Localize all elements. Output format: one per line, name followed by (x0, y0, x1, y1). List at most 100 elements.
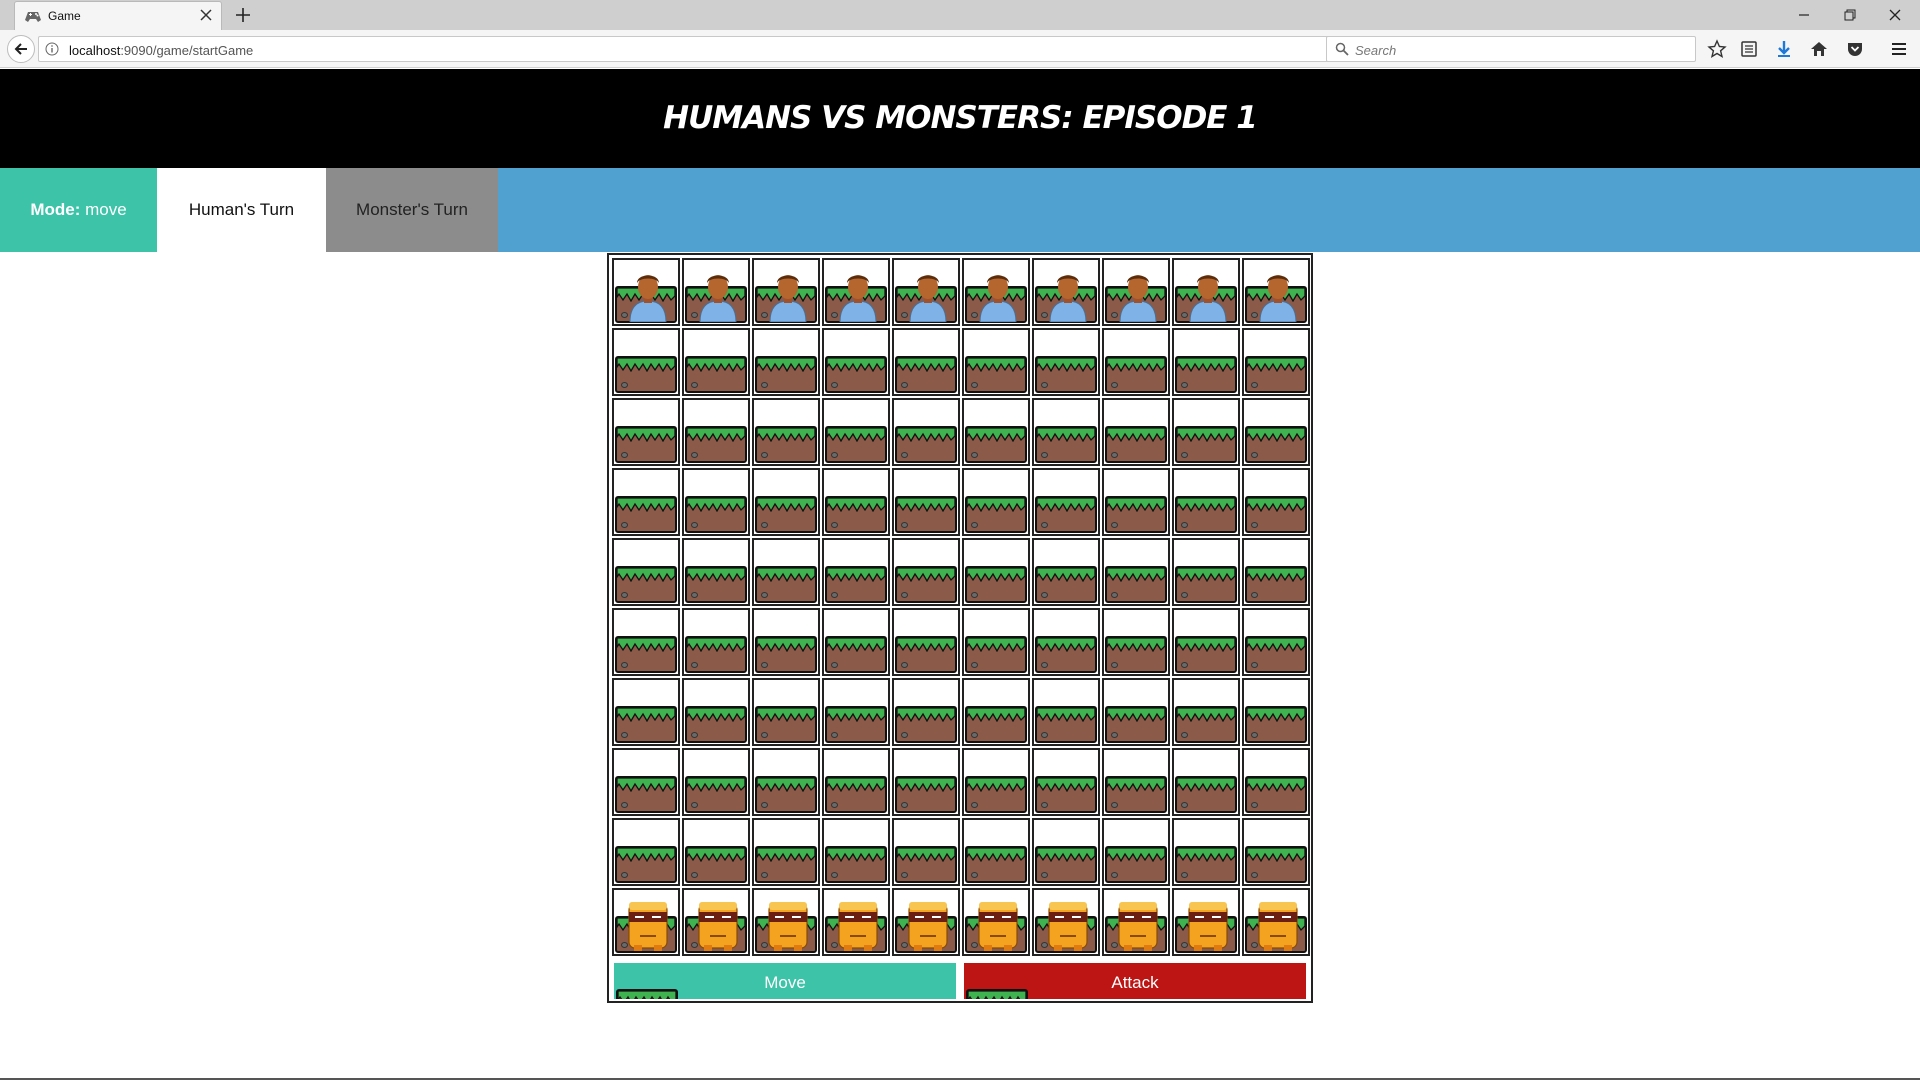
download-icon[interactable] (1774, 39, 1794, 59)
board-cell-human[interactable] (962, 258, 1030, 326)
board-cell-grass[interactable] (612, 468, 680, 536)
board-cell-grass[interactable] (962, 818, 1030, 886)
board-cell-monster[interactable] (1102, 888, 1170, 956)
board-cell-monster[interactable] (1032, 888, 1100, 956)
board-cell-grass[interactable] (752, 608, 820, 676)
board-cell-grass[interactable] (682, 328, 750, 396)
board-cell-grass[interactable] (822, 398, 890, 466)
board-cell-grass[interactable] (682, 608, 750, 676)
board-cell-grass[interactable] (1032, 328, 1100, 396)
board-cell-grass[interactable] (752, 468, 820, 536)
board-cell-grass[interactable] (822, 818, 890, 886)
board-cell-grass[interactable] (682, 748, 750, 816)
board-cell-grass[interactable] (962, 398, 1030, 466)
home-icon[interactable] (1809, 39, 1829, 59)
board-cell-grass[interactable] (1032, 678, 1100, 746)
board-cell-grass[interactable] (1102, 468, 1170, 536)
board-cell-grass[interactable] (892, 748, 960, 816)
pocket-icon[interactable] (1845, 39, 1865, 59)
board-cell-grass[interactable] (682, 818, 750, 886)
board-cell-grass[interactable] (962, 328, 1030, 396)
board-cell-grass[interactable] (682, 398, 750, 466)
board-cell-grass[interactable] (1172, 678, 1240, 746)
board-cell-grass[interactable] (752, 678, 820, 746)
close-window-icon[interactable] (1886, 6, 1904, 24)
tab-humans-turn[interactable]: Human's Turn (157, 168, 326, 252)
search-bar[interactable]: Search (1326, 36, 1696, 62)
board-cell-grass[interactable] (1242, 468, 1310, 536)
board-cell-grass[interactable] (962, 678, 1030, 746)
board-cell-monster[interactable] (612, 888, 680, 956)
board-cell-grass[interactable] (1172, 328, 1240, 396)
board-cell-grass[interactable] (962, 538, 1030, 606)
new-tab-icon[interactable] (234, 6, 252, 24)
board-cell-grass[interactable] (892, 328, 960, 396)
restore-icon[interactable] (1841, 6, 1859, 24)
board-cell-human[interactable] (1242, 258, 1310, 326)
board-cell-grass[interactable] (752, 748, 820, 816)
back-button[interactable] (7, 35, 35, 63)
board-cell-grass[interactable] (892, 818, 960, 886)
board-cell-grass[interactable] (1172, 398, 1240, 466)
board-cell-grass[interactable] (682, 678, 750, 746)
board-cell-grass[interactable] (612, 328, 680, 396)
board-cell-grass[interactable] (1242, 328, 1310, 396)
board-cell-grass[interactable] (1172, 748, 1240, 816)
board-cell-grass[interactable] (1172, 818, 1240, 886)
info-icon[interactable] (45, 42, 59, 56)
board-cell-grass[interactable] (752, 328, 820, 396)
board-cell-human[interactable] (822, 258, 890, 326)
board-cell-grass[interactable] (1102, 678, 1170, 746)
board-cell-human[interactable] (892, 258, 960, 326)
board-cell-grass[interactable] (892, 538, 960, 606)
board-cell-monster[interactable] (962, 888, 1030, 956)
board-cell-grass[interactable] (892, 468, 960, 536)
board-cell-grass[interactable] (1242, 538, 1310, 606)
board-cell-grass[interactable] (612, 538, 680, 606)
attack-button[interactable]: Attack (962, 961, 1308, 1001)
mode-indicator[interactable]: Mode: move (0, 168, 157, 252)
board-cell-grass[interactable] (1102, 818, 1170, 886)
board-cell-grass[interactable] (1172, 468, 1240, 536)
minimize-icon[interactable] (1795, 6, 1813, 24)
board-cell-grass[interactable] (1032, 398, 1100, 466)
board-cell-grass[interactable] (1032, 538, 1100, 606)
board-cell-human[interactable] (1172, 258, 1240, 326)
board-cell-grass[interactable] (822, 538, 890, 606)
board-cell-grass[interactable] (752, 538, 820, 606)
board-cell-monster[interactable] (752, 888, 820, 956)
board-cell-grass[interactable] (1172, 538, 1240, 606)
board-cell-grass[interactable] (1032, 748, 1100, 816)
move-button[interactable]: Move (612, 961, 958, 1001)
board-cell-grass[interactable] (1032, 818, 1100, 886)
board-cell-grass[interactable] (1242, 608, 1310, 676)
board-cell-grass[interactable] (1032, 468, 1100, 536)
board-cell-grass[interactable] (962, 748, 1030, 816)
board-cell-grass[interactable] (962, 468, 1030, 536)
board-cell-human[interactable] (1032, 258, 1100, 326)
board-cell-grass[interactable] (822, 748, 890, 816)
board-cell-grass[interactable] (1102, 748, 1170, 816)
board-cell-grass[interactable] (1102, 328, 1170, 396)
browser-tab[interactable]: Game (14, 1, 222, 30)
board-cell-grass[interactable] (612, 398, 680, 466)
board-cell-grass[interactable] (1032, 608, 1100, 676)
board-cell-grass[interactable] (822, 608, 890, 676)
menu-icon[interactable] (1889, 39, 1909, 59)
board-cell-grass[interactable] (892, 678, 960, 746)
board-cell-grass[interactable] (612, 678, 680, 746)
url-bar[interactable]: localhost:9090/game/startGame (38, 36, 1354, 62)
board-cell-grass[interactable] (752, 818, 820, 886)
board-cell-human[interactable] (752, 258, 820, 326)
board-cell-human[interactable] (612, 258, 680, 326)
board-cell-grass[interactable] (1242, 678, 1310, 746)
board-cell-grass[interactable] (1102, 398, 1170, 466)
board-cell-grass[interactable] (1242, 398, 1310, 466)
board-cell-grass[interactable] (682, 468, 750, 536)
board-cell-grass[interactable] (1102, 538, 1170, 606)
board-cell-grass[interactable] (892, 608, 960, 676)
reading-list-icon[interactable] (1739, 39, 1759, 59)
board-cell-grass[interactable] (612, 608, 680, 676)
board-cell-monster[interactable] (822, 888, 890, 956)
board-cell-grass[interactable] (1242, 818, 1310, 886)
